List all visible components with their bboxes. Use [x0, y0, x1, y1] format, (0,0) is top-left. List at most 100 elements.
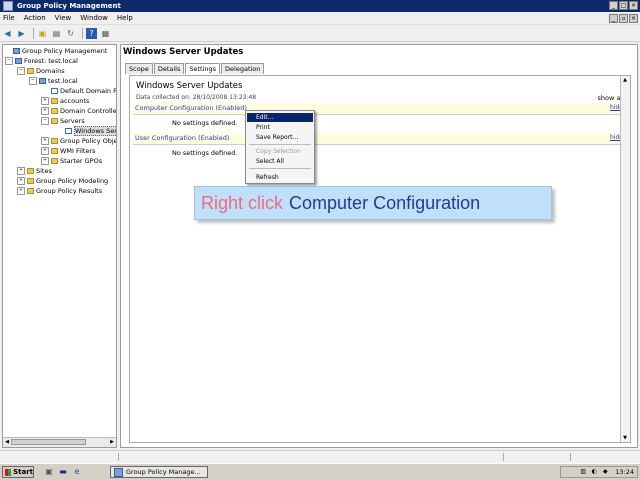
minimize-button[interactable]: _	[609, 1, 618, 10]
tab-strip: Scope Details Settings Delegation	[125, 63, 265, 74]
scroll-down-icon[interactable]: ▼	[621, 434, 629, 442]
computer-configuration-header[interactable]: Computer Configuration (Enabled) hide	[133, 103, 627, 115]
menu-item-print[interactable]: Print	[247, 123, 313, 132]
system-tray: ▥ ◐ ◆ 13:24	[560, 466, 638, 478]
tree-item-domains[interactable]: − Domains	[17, 66, 65, 76]
tab-scope[interactable]: Scope	[125, 63, 153, 74]
tree-item-label: Forest: test.local	[24, 57, 78, 65]
menu-separator	[249, 144, 311, 145]
powershell-icon[interactable]: ▬	[58, 467, 68, 477]
tree-item-accounts[interactable]: + accounts	[41, 96, 89, 106]
tab-details[interactable]: Details	[153, 63, 185, 74]
user-configuration-header[interactable]: User Configuration (Enabled) hide	[133, 133, 627, 145]
tree-item-label: Sites	[36, 167, 52, 175]
menu-help[interactable]: Help	[117, 14, 133, 22]
tree-item-label: Group Policy Obje	[60, 137, 117, 145]
menu-item-copy-selection[interactable]: Copy Selection	[247, 147, 313, 156]
tree-horizontal-scrollbar[interactable]: ◀ ▶	[3, 437, 116, 447]
help-icon[interactable]: ?	[86, 28, 97, 39]
maximize-button[interactable]: □	[619, 1, 628, 10]
clock[interactable]: 13:24	[615, 468, 634, 476]
child-restore-button[interactable]: ▫	[619, 14, 628, 23]
tree-item-gpo-container[interactable]: + Group Policy Obje	[41, 136, 117, 146]
windows-logo-icon	[5, 468, 12, 476]
menu-item-refresh[interactable]: Refresh	[247, 173, 313, 182]
expand-icon[interactable]: +	[17, 167, 25, 175]
taskbar-item-gpm[interactable]: Group Policy Manage...	[110, 466, 208, 478]
volume-icon[interactable]: ◐	[590, 468, 598, 476]
tree-item-gp-modeling[interactable]: + Group Policy Modeling	[17, 176, 108, 186]
expand-icon[interactable]: +	[41, 107, 49, 115]
computer-configuration-label[interactable]: Computer Configuration (Enabled)	[135, 104, 247, 112]
menu-window[interactable]: Window	[80, 14, 108, 22]
settings-report: Windows Server Updates Data collected on…	[129, 75, 631, 443]
report-vertical-scrollbar[interactable]: ▲ ▼	[620, 76, 630, 442]
tree-item-domain-controllers[interactable]: + Domain Controlle	[41, 106, 116, 116]
menu-item-save-report[interactable]: Save Report...	[247, 133, 313, 142]
scroll-up-icon[interactable]: ▲	[621, 76, 629, 84]
collapse-icon[interactable]: −	[17, 67, 25, 75]
status-bar	[0, 450, 640, 463]
menu-view[interactable]: View	[55, 14, 72, 22]
tree-item-windows-server-updates[interactable]: Windows Ser	[65, 126, 116, 136]
expand-icon[interactable]: +	[17, 177, 25, 185]
scroll-thumb[interactable]	[11, 439, 86, 445]
expand-icon[interactable]: +	[41, 157, 49, 165]
menu-action[interactable]: Action	[24, 14, 46, 22]
refresh-icon[interactable]: ↻	[65, 28, 76, 39]
console-tree: Group Policy Management − Forest: test.l…	[2, 44, 117, 448]
tree-item-label: Default Domain P	[60, 87, 117, 95]
tab-delegation[interactable]: Delegation	[221, 63, 265, 74]
tree-item-servers[interactable]: − Servers	[41, 116, 85, 126]
scroll-left-icon[interactable]: ◀	[3, 438, 11, 446]
network-icon[interactable]: ▥	[579, 468, 587, 476]
ou-icon	[51, 98, 58, 104]
expand-icon[interactable]: +	[41, 97, 49, 105]
close-button[interactable]: ×	[629, 1, 638, 10]
server-manager-icon[interactable]: ▣	[44, 467, 54, 477]
window-title: Group Policy Management	[17, 2, 121, 10]
child-close-button[interactable]: ×	[629, 14, 638, 23]
show-hide-tree-icon[interactable]: ▤	[51, 28, 62, 39]
scroll-right-icon[interactable]: ▶	[108, 438, 116, 446]
tree-item-label: Servers	[60, 117, 85, 125]
toolbar: ◀ ▶ ▣ ▤ ↻ ? ▦	[0, 26, 640, 42]
tree-item-gp-results[interactable]: + Group Policy Results	[17, 186, 102, 196]
tree-item-default-domain-policy[interactable]: Default Domain P	[51, 86, 117, 96]
forest-icon	[15, 58, 22, 64]
tree-item-domain[interactable]: − test.local	[29, 76, 78, 86]
shield-icon[interactable]: ◆	[601, 468, 609, 476]
explorer-icon[interactable]: e	[72, 467, 82, 477]
collapse-icon[interactable]: −	[41, 117, 49, 125]
forward-icon[interactable]: ▶	[16, 28, 27, 39]
tree-item-forest[interactable]: − Forest: test.local	[5, 56, 78, 66]
expand-icon[interactable]: +	[41, 137, 49, 145]
child-minimize-button[interactable]: _	[609, 14, 618, 23]
menu-file[interactable]: File	[3, 14, 15, 22]
start-button[interactable]: Start	[2, 466, 34, 478]
collapse-icon[interactable]: −	[29, 77, 37, 85]
tab-settings[interactable]: Settings	[185, 63, 221, 74]
folder-icon	[27, 188, 34, 194]
ou-icon	[51, 118, 58, 124]
menu-separator	[249, 168, 311, 169]
menu-item-edit[interactable]: Edit...	[247, 113, 313, 122]
up-folder-icon[interactable]: ▣	[37, 28, 48, 39]
tree-item-label: Starter GPOs	[60, 157, 103, 165]
gpm-icon	[13, 48, 20, 54]
tree-item-sites[interactable]: + Sites	[17, 166, 52, 176]
tree-item-starter-gpos[interactable]: + Starter GPOs	[41, 156, 102, 166]
back-icon[interactable]: ◀	[2, 28, 13, 39]
expand-icon[interactable]: +	[41, 147, 49, 155]
menu-item-select-all[interactable]: Select All	[247, 157, 313, 166]
gpo-link-icon	[51, 88, 58, 94]
child-window-controls: _ ▫ ×	[609, 14, 638, 23]
no-settings-text: No settings defined.	[172, 119, 238, 127]
collapse-icon[interactable]: −	[5, 57, 13, 65]
tree-item-wmi-filters[interactable]: + WMI Filters	[41, 146, 96, 156]
tree-item-label: Group Policy Management	[22, 47, 108, 55]
user-configuration-label[interactable]: User Configuration (Enabled)	[135, 134, 229, 142]
expand-icon[interactable]: +	[17, 187, 25, 195]
properties-icon[interactable]: ▦	[100, 28, 111, 39]
tree-item-gpm[interactable]: Group Policy Management	[5, 46, 107, 56]
